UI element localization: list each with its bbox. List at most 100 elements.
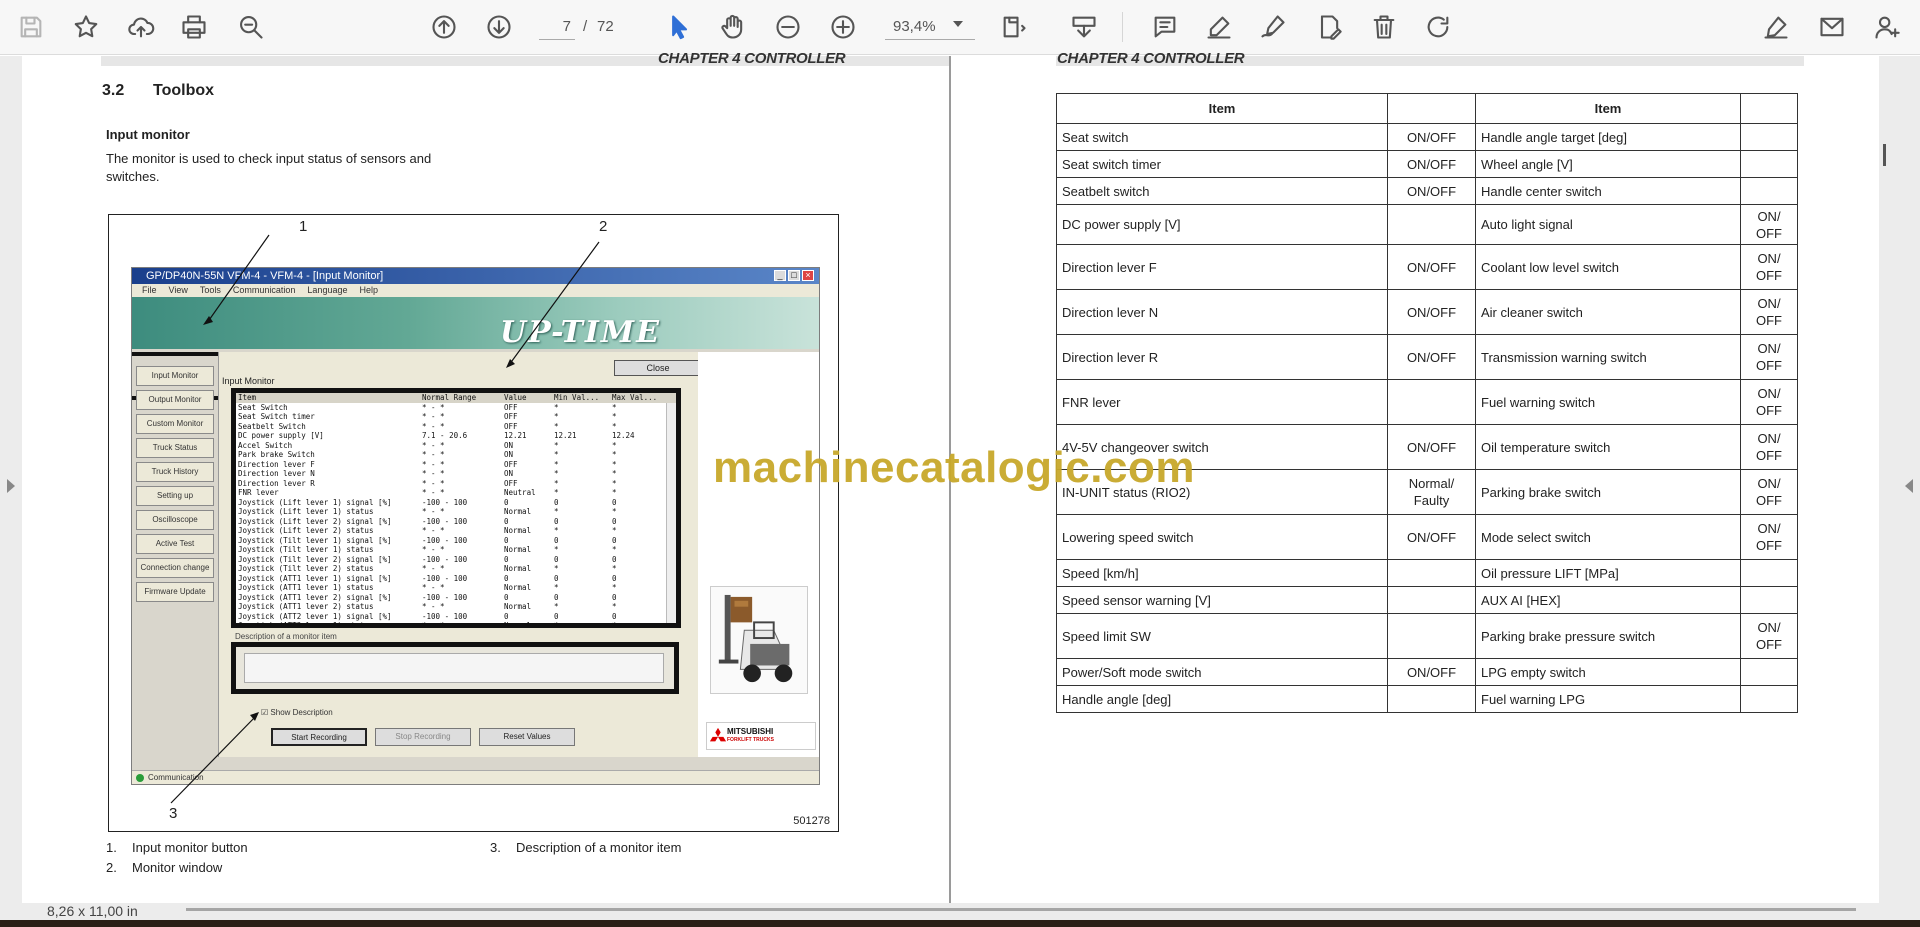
zoom-out-icon[interactable]: [771, 10, 805, 44]
fit-page-icon[interactable]: [997, 10, 1031, 44]
app-nav-button: Custom Monitor: [136, 414, 214, 434]
table-cell: Auto light signal: [1475, 204, 1741, 245]
horizontal-scrollbar[interactable]: [186, 908, 1856, 911]
monitor-list-cell: *: [554, 412, 559, 421]
table-cell: ON/OFF: [1387, 244, 1476, 290]
monitor-list-cell: -100 - 100: [422, 535, 468, 545]
left-panel-toggle-icon[interactable]: [7, 479, 15, 493]
monitor-list-cell: DC power supply [V]: [238, 431, 324, 440]
app-menubar: File View Tools Communication Language Help: [132, 284, 819, 297]
app-nav-button: Setting up: [136, 486, 214, 506]
taskbar-strip: [0, 920, 1920, 927]
section-title: Toolbox: [153, 82, 215, 99]
sub-heading: Input monitor: [106, 127, 190, 142]
monitor-list-cell: *: [612, 440, 617, 450]
monitor-list-cell: Direction lever R: [238, 478, 315, 488]
vertical-scrollbar[interactable]: [1883, 144, 1886, 166]
monitor-list-cell: Joystick (ATT1 lever 1) signal [%]: [238, 573, 392, 583]
table-cell: Handle angle [deg]: [1056, 685, 1388, 713]
monitor-list-cell: * - *: [422, 459, 445, 469]
monitor-list-cell: Normal: [504, 564, 532, 573]
delete-icon[interactable]: [1367, 10, 1401, 44]
monitor-list-cell: Direction lever N: [238, 469, 315, 478]
table-cell: ON/OFF: [1387, 123, 1476, 151]
monitor-list-cell: * - *: [422, 478, 445, 488]
legend-text: Monitor window: [132, 860, 223, 875]
table-body: Seat switch ON/OFF Handle angle target [de…: [1056, 123, 1798, 713]
rotate-icon[interactable]: [1421, 10, 1455, 44]
select-arrow-icon[interactable]: [662, 10, 696, 44]
monitor-list-row: Joystick (ATT2 lever 1) status * - * Norma…: [236, 621, 676, 628]
save-icon[interactable]: [14, 10, 48, 44]
zoom-in-icon[interactable]: [826, 10, 860, 44]
monitor-list-cell: Joystick (Tilt lever 2) status: [238, 564, 374, 573]
monitor-list-cell: Joystick (ATT1 lever 2) status: [238, 602, 374, 611]
description-textarea: [244, 653, 664, 683]
monitor-list-cell: 0: [554, 497, 559, 507]
monitor-list-cell: 7.1 - 20.6: [422, 431, 468, 440]
monitor-list-cell: 0: [612, 573, 617, 583]
monitor-list-cell: * - *: [422, 564, 445, 573]
legend-num: 3.: [490, 840, 501, 855]
monitor-list-cell: OFF: [504, 402, 518, 412]
app-nav-button: Input Monitor: [136, 366, 214, 386]
read-mode-icon[interactable]: [1067, 10, 1101, 44]
sign-icon[interactable]: [1759, 10, 1793, 44]
monitor-list-cell: 0: [612, 497, 617, 507]
page-down-icon[interactable]: [482, 10, 516, 44]
monitor-list-cell: * - *: [422, 507, 445, 516]
upload-icon[interactable]: [124, 10, 158, 44]
app-menu-item: View: [168, 285, 188, 295]
page-size: 8,26 x 11,00 in: [47, 903, 138, 919]
monitor-list-cell: *: [612, 450, 617, 459]
monitor-list-cell: Seat Switch timer: [238, 412, 315, 421]
monitor-list-cell: ON: [504, 440, 514, 450]
mail-icon[interactable]: [1815, 10, 1849, 44]
page-number-input[interactable]: [539, 14, 575, 40]
monitor-list-cell: Max Val...: [612, 393, 658, 402]
app-menu-item: Tools: [199, 285, 221, 295]
zoom-select[interactable]: 93,4%: [885, 14, 975, 40]
monitor-list-row: Joystick (ATT1 lever 2) status * - * Norma…: [236, 602, 676, 612]
bookmark-star-icon[interactable]: [69, 10, 103, 44]
right-panel-toggle-icon[interactable]: [1905, 479, 1913, 493]
document-viewer[interactable]: CHAPTER 4 CONTROLLER 3.2 Toolbox Input m…: [0, 50, 1920, 903]
table-row: FNR lever Fuel warning switch ON/ OFF: [1056, 379, 1798, 425]
monitor-list-row: Direction lever N * - * ON * *: [236, 469, 676, 479]
print-icon[interactable]: [177, 10, 211, 44]
page-up-icon[interactable]: [427, 10, 461, 44]
stamp-icon[interactable]: [1312, 10, 1346, 44]
table-cell: ON/OFF: [1387, 514, 1476, 560]
monitor-list-cell: *: [612, 621, 617, 628]
close-icon: ×: [802, 270, 814, 281]
table-cell: Oil temperature switch: [1475, 424, 1741, 470]
table-header-cell: Item: [1056, 93, 1388, 124]
legend-text: Description of a monitor item: [516, 840, 682, 855]
monitor-list-cell: 12.21: [504, 431, 527, 440]
zoom-search-icon[interactable]: [234, 10, 268, 44]
comment-icon[interactable]: [1148, 10, 1182, 44]
monitor-list-cell: * - *: [422, 488, 445, 497]
monitor-list-cell: 0: [504, 573, 509, 583]
hand-pan-icon[interactable]: [716, 10, 750, 44]
chevron-down-icon[interactable]: [953, 21, 963, 27]
monitor-list-cell: Joystick (ATT2 lever 1) signal [%]: [238, 611, 392, 621]
draw-icon[interactable]: [1256, 10, 1290, 44]
highlight-pen-icon[interactable]: [1202, 10, 1236, 44]
table-cell: Power/Soft mode switch: [1056, 658, 1388, 686]
monitor-list-cell: *: [554, 469, 559, 478]
monitor-list-cell: * - *: [422, 450, 445, 459]
monitor-list-row: Direction lever F * - * OFF * *: [236, 460, 676, 470]
monitor-list-cell: 0: [504, 535, 509, 545]
monitor-list-cell: * - *: [422, 602, 445, 611]
app-titlebar: GP/DP40N-55N VFM-4 - VFM-4 - [Input Moni…: [132, 268, 819, 284]
app-nav-button: Truck Status: [136, 438, 214, 458]
table-header-row: Item Item: [1056, 93, 1798, 124]
monitor-list-row: Joystick (ATT1 lever 1) signal [%] -100 -…: [236, 574, 676, 584]
monitor-list-cell: *: [612, 602, 617, 611]
app-title: GP/DP40N-55N VFM-4 - VFM-4 - [Input Moni…: [146, 270, 384, 282]
table-cell: [1387, 613, 1476, 659]
table-cell: ON/ OFF: [1740, 379, 1798, 425]
add-user-icon[interactable]: [1870, 10, 1904, 44]
zoom-value: 93,4%: [893, 18, 936, 35]
